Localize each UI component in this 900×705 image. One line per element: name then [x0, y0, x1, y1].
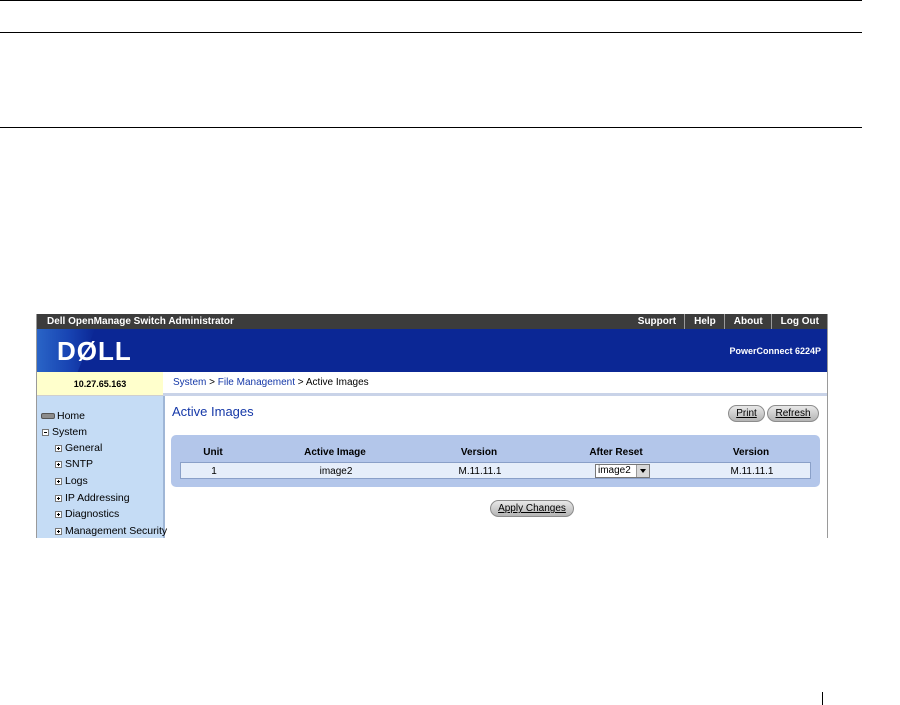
dell-logo: DØLL: [57, 336, 132, 366]
home-icon: [41, 413, 55, 419]
nav-system-label: System: [52, 426, 88, 438]
column-header-version: Version: [460, 447, 498, 458]
after-reset-selected-value: image2: [598, 465, 631, 476]
nav-general-label: General: [65, 442, 103, 454]
expand-icon[interactable]: [55, 477, 62, 485]
collapse-icon[interactable]: [42, 428, 49, 436]
app-title: Dell OpenManage Switch Administrator: [47, 316, 234, 327]
expand-icon[interactable]: [55, 510, 62, 518]
nav-management-security-label: Management Security: [65, 525, 168, 537]
about-link[interactable]: About: [723, 314, 771, 329]
document-header-rule-2: [0, 127, 862, 128]
product-model: PowerConnect 6224P: [729, 346, 821, 356]
breadcrumb-current: Active Images: [305, 377, 369, 388]
nav-system[interactable]: System: [42, 425, 87, 439]
main-content: Active Images Print Refresh Unit Active …: [165, 399, 827, 538]
logout-link[interactable]: Log Out: [770, 314, 827, 329]
nav-logs-label: Logs: [65, 475, 88, 487]
device-ip-address: 10.27.65.163: [37, 372, 163, 396]
expand-icon[interactable]: [55, 527, 62, 535]
top-toolbar: Dell OpenManage Switch Administrator Sup…: [37, 314, 827, 329]
breadcrumb: System > File Management > Active Images: [163, 372, 827, 396]
column-header-after-version: Version: [732, 447, 770, 458]
document-top-rule: [0, 0, 862, 1]
brand-banner: DØLL PowerConnect 6224P: [37, 329, 827, 372]
nav-home[interactable]: Home: [41, 409, 85, 423]
nav-general[interactable]: General: [55, 441, 102, 455]
nav-home-label: Home: [57, 410, 86, 422]
column-header-unit: Unit: [203, 447, 223, 458]
support-link[interactable]: Support: [629, 314, 684, 329]
breadcrumb-separator: >: [295, 377, 306, 388]
breadcrumb-file-management-link[interactable]: File Management: [218, 377, 295, 388]
active-images-table: Unit Active Image Version After Reset Ve…: [171, 435, 820, 487]
navigation-tree: Home System General SNTP Logs IP Address…: [37, 396, 167, 538]
column-header-after-reset: After Reset: [589, 447, 643, 458]
help-link[interactable]: Help: [684, 314, 724, 329]
nav-sntp-label: SNTP: [65, 458, 94, 470]
page-margin-mark: [822, 692, 823, 705]
nav-diagnostics[interactable]: Diagnostics: [55, 507, 119, 521]
switch-admin-screenshot: Dell OpenManage Switch Administrator Sup…: [36, 314, 828, 538]
nav-sntp[interactable]: SNTP: [55, 457, 93, 471]
top-links: Support Help About Log Out: [629, 314, 827, 329]
after-reset-select[interactable]: image2: [595, 464, 650, 478]
apply-changes-button[interactable]: Apply Changes: [490, 500, 574, 517]
cell-version: M.11.11.1: [458, 466, 502, 477]
refresh-button[interactable]: Refresh: [767, 405, 819, 422]
nav-logs[interactable]: Logs: [55, 474, 88, 488]
expand-icon[interactable]: [55, 494, 62, 502]
print-button[interactable]: Print: [728, 405, 765, 422]
nav-ip-addressing[interactable]: IP Addressing: [55, 491, 130, 505]
table-row: 1 image2 M.11.11.1 image2 M.11.11.1: [180, 462, 811, 479]
cell-unit: 1: [211, 466, 217, 477]
document-header-rule-1: [0, 32, 862, 33]
cell-after-version: M.11.11.1: [730, 466, 774, 477]
cell-active-image: image2: [319, 466, 353, 477]
nav-ip-addressing-label: IP Addressing: [65, 492, 130, 504]
expand-icon[interactable]: [55, 460, 62, 468]
nav-diagnostics-label: Diagnostics: [65, 508, 120, 520]
column-header-active-image: Active Image: [304, 447, 366, 458]
breadcrumb-separator: >: [206, 377, 218, 388]
breadcrumb-system-link[interactable]: System: [173, 377, 206, 388]
chevron-down-icon[interactable]: [636, 465, 649, 477]
expand-icon[interactable]: [55, 444, 62, 452]
page-title: Active Images: [172, 404, 254, 419]
nav-management-security[interactable]: Management Security: [55, 524, 167, 538]
